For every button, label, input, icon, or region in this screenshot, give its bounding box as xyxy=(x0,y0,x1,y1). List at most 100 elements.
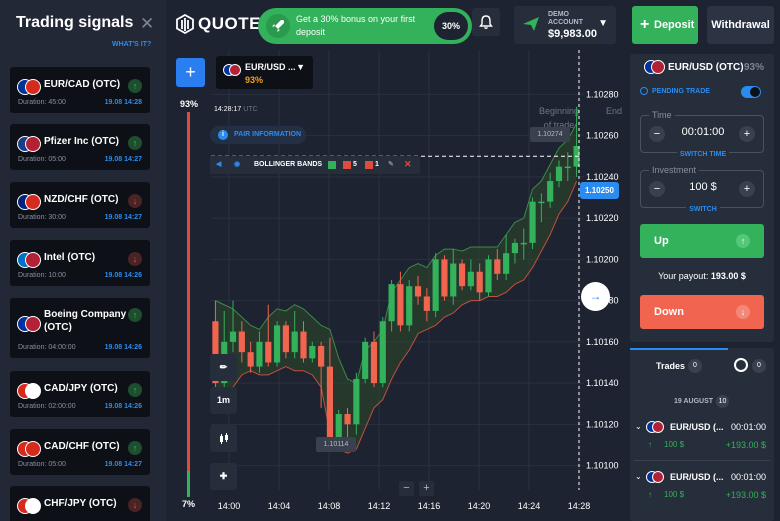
candle-body xyxy=(520,242,527,245)
candle-body xyxy=(282,325,289,353)
zoom-in-button[interactable]: + xyxy=(419,481,434,496)
trades-tab[interactable]: Trades xyxy=(656,361,685,371)
signal-name: Intel (OTC) xyxy=(44,252,96,263)
whats-it-link[interactable]: WHAT'S IT? xyxy=(112,41,151,48)
arrow-up-icon: ↑ xyxy=(128,383,142,397)
candle-body xyxy=(397,284,404,326)
indicator-name: BOLLINGER BANDS xyxy=(254,161,323,168)
add-asset-button[interactable]: + xyxy=(176,58,205,87)
candle-body xyxy=(238,331,245,353)
signal-name: CHF/JPY (OTC) xyxy=(44,498,117,509)
signal-card[interactable]: Pfizer Inc (OTC) ↑ Duration: 05:00 19.08 14… xyxy=(10,124,150,170)
indicator-color-band[interactable] xyxy=(365,161,373,169)
signal-card[interactable]: Intel (OTC) ↓ Duration: 10:00 19.08 14:26 xyxy=(10,240,150,286)
rocket-icon xyxy=(266,14,290,38)
time-minus-button[interactable]: − xyxy=(649,126,665,142)
down-button[interactable]: Down ↓ xyxy=(640,295,764,329)
flag-icon xyxy=(646,471,670,483)
time-field: Time − 00:01:00 + SWITCH TIME xyxy=(640,110,764,158)
trades-date: 19 AUGUST xyxy=(674,398,714,405)
withdrawal-button[interactable]: Withdrawal xyxy=(707,6,774,44)
signal-name: CAD/JPY (OTC) xyxy=(44,383,118,394)
chart-type-button[interactable] xyxy=(210,425,237,452)
scroll-to-latest-button[interactable]: → xyxy=(581,282,610,311)
collapse-arrow-icon[interactable]: ◀ xyxy=(216,160,221,168)
time-value[interactable]: 00:01:00 xyxy=(671,126,735,138)
signal-duration: Duration: 02:00:00 xyxy=(18,403,76,410)
signal-duration: Duration: 10:00 xyxy=(18,272,66,279)
zoom-out-button[interactable]: − xyxy=(399,481,414,496)
pending-trade-text: PENDING TRADE xyxy=(652,87,710,95)
x-tick-label: 14:00 xyxy=(218,501,241,511)
account-selector[interactable]: DEMO ACCOUNT $9,983.00 ▼ xyxy=(514,6,616,44)
y-tick-label: 1.10220 xyxy=(586,213,619,223)
switch-time-text: SWITCH TIME xyxy=(676,151,730,158)
investment-plus-button[interactable]: + xyxy=(739,181,755,197)
indicator-color-down[interactable] xyxy=(343,161,351,169)
edit-icon[interactable]: ✎ xyxy=(388,160,394,168)
arrow-down-icon: ↓ xyxy=(128,498,142,512)
indicators-button[interactable]: ✚ xyxy=(210,463,237,490)
clock-icon[interactable] xyxy=(734,358,748,372)
account-balance: $9,983.00 xyxy=(548,28,597,40)
chevron-down-icon[interactable]: ⌄ xyxy=(635,472,642,481)
signal-name: NZD/CHF (OTC) xyxy=(44,194,119,205)
switch-link[interactable]: SWITCH xyxy=(641,206,765,213)
asset-selector[interactable]: EUR/USD ... 93% ▼ xyxy=(216,56,313,89)
signal-duration: Duration: 05:00 xyxy=(18,156,66,163)
candle-body xyxy=(414,286,422,297)
deposit-button[interactable]: + Deposit xyxy=(632,6,698,44)
signal-time: 19.08 14:26 xyxy=(104,344,142,351)
candle-body xyxy=(247,352,254,367)
drawing-tool-button[interactable]: ✏ xyxy=(210,354,237,381)
chevron-down-icon[interactable]: ⌄ xyxy=(635,422,642,431)
signal-card[interactable]: CAD/JPY (OTC) ↑ Duration: 02:00:00 19.08 14… xyxy=(10,371,150,417)
flag-icon xyxy=(17,383,41,399)
signal-duration: Duration: 04:00:00 xyxy=(18,344,76,351)
server-clock: 14:28:17 UTC xyxy=(214,106,258,113)
investment-label: Investment xyxy=(649,165,700,175)
notifications-button[interactable] xyxy=(472,8,500,36)
remove-indicator-icon[interactable]: ✕ xyxy=(404,159,412,170)
promo-banner[interactable]: Get a 30% bonus on your first deposit 30… xyxy=(258,8,472,44)
pair-information-button[interactable]: i PAIR INFORMATION xyxy=(210,126,306,144)
indicator-color-up[interactable] xyxy=(328,161,336,169)
candle-body xyxy=(503,253,510,274)
end-label: End xyxy=(606,106,623,116)
time-plus-button[interactable]: + xyxy=(739,126,755,142)
investment-minus-button[interactable]: − xyxy=(649,181,665,197)
promo-text: Get a 30% bonus on your first deposit xyxy=(296,14,416,37)
signal-card[interactable]: Boeing Company (OTC) ↑ Duration: 04:00:00 1… xyxy=(10,298,150,358)
switch-time-link[interactable]: SWITCH TIME xyxy=(641,151,765,158)
low-price-label: 1.10114 xyxy=(316,437,356,452)
timeframe-button[interactable]: 1m xyxy=(210,387,237,414)
y-tick-label: 1.10120 xyxy=(586,419,619,429)
candle-body xyxy=(362,341,369,379)
arrow-up-icon: ↑ xyxy=(648,440,652,449)
x-tick-label: 14:16 xyxy=(418,501,441,511)
signal-card[interactable]: CAD/CHF (OTC) ↑ Duration: 05:00 19.08 14:27 xyxy=(10,429,150,475)
up-button[interactable]: Up ↑ xyxy=(640,224,764,258)
signal-time: 19.08 14:27 xyxy=(104,156,142,163)
trade-row[interactable]: ⌄ EUR/USD (... 00:01:00 ↑ 100 $ +193.00 $ xyxy=(630,418,774,458)
pencil-icon: ✏ xyxy=(219,362,228,372)
signal-card[interactable]: CHF/JPY (OTC) ↓ xyxy=(10,486,150,521)
clock-timezone: UTC xyxy=(243,106,258,113)
signal-card[interactable]: NZD/CHF (OTC) ↓ Duration: 30:00 19.08 14:27 xyxy=(10,182,150,228)
trade-row[interactable]: ⌄ EUR/USD (... 00:01:00 ↑ 100 $ +193.00 $ xyxy=(630,468,774,508)
pending-trade-label: PENDING TRADE xyxy=(640,87,710,95)
signal-card[interactable]: EUR/CAD (OTC) ↑ Duration: 45:00 19.08 14:28 xyxy=(10,67,150,113)
y-tick-label: 1.10240 xyxy=(586,172,619,182)
trade-asset-percent: 93% xyxy=(744,62,765,73)
candle-body xyxy=(256,341,263,367)
trades-tab-indicator xyxy=(630,348,728,350)
flag-icon xyxy=(17,194,41,210)
candle-body xyxy=(547,181,554,202)
close-icon[interactable]: ✕ xyxy=(140,14,154,34)
signal-time: 19.08 14:27 xyxy=(104,214,142,221)
eye-icon[interactable]: ◉ xyxy=(234,160,240,168)
down-label: Down xyxy=(654,306,684,318)
candle-body xyxy=(564,166,571,169)
investment-value[interactable]: 100 $ xyxy=(671,181,735,193)
pending-trade-toggle[interactable] xyxy=(741,86,761,98)
